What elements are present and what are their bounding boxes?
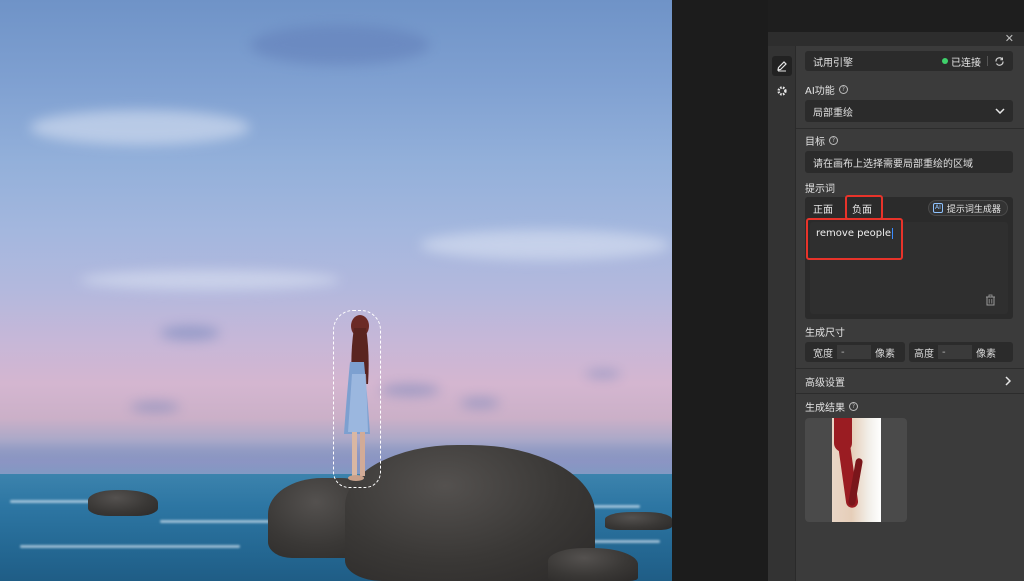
width-value: - <box>841 346 845 358</box>
prompt-generator-label: 提示词生成器 <box>946 204 1001 215</box>
info-icon[interactable]: ? <box>829 136 838 145</box>
ai-function-label-text: AI功能 <box>805 86 835 97</box>
cloud <box>30 110 250 145</box>
result-label-text: 生成结果 <box>805 403 845 414</box>
target-placeholder: 请在画布上选择需要局部重绘的区域 <box>813 158 973 170</box>
chevron-down-icon <box>995 108 1005 114</box>
divider <box>796 393 1024 394</box>
height-value: - <box>942 346 946 358</box>
cloud <box>80 270 340 290</box>
cloud <box>160 326 220 340</box>
info-icon[interactable]: ? <box>849 402 858 411</box>
height-input[interactable]: - <box>938 345 972 359</box>
height-group: 高度 - 像素 <box>909 342 1013 362</box>
advanced-settings-label: 高级设置 <box>805 377 845 389</box>
wave-foam <box>20 545 240 548</box>
width-group: 宽度 - 像素 <box>805 342 905 362</box>
selection-marquee[interactable] <box>333 310 381 488</box>
wave-foam <box>160 520 270 523</box>
small-rock <box>88 490 158 516</box>
result-thumbnail[interactable] <box>805 418 907 522</box>
size-label: 生成尺寸 <box>805 324 845 339</box>
close-icon[interactable]: ✕ <box>1005 32 1014 46</box>
divider <box>796 368 1024 369</box>
result-image <box>832 418 881 522</box>
info-icon[interactable]: ? <box>838 85 848 94</box>
right-rock <box>548 548 638 581</box>
prompt-label: 提示词 <box>805 180 835 195</box>
prompt-label-text: 提示词 <box>805 184 835 195</box>
engine-name: 试用引擎 <box>813 57 853 69</box>
width-label: 宽度 <box>813 348 833 360</box>
highlight-negative-tab <box>845 195 883 220</box>
target-field[interactable]: 请在画布上选择需要局部重绘的区域 <box>805 151 1013 173</box>
ai-badge-icon: AI <box>933 203 943 213</box>
image-canvas[interactable] <box>0 0 672 581</box>
ai-function-select[interactable]: 局部重绘 <box>805 100 1013 122</box>
target-label-text: 目标 <box>805 137 825 148</box>
panel-title-bar: ✕ <box>768 32 1024 46</box>
wave-foam <box>590 540 660 543</box>
trash-icon[interactable] <box>985 294 996 306</box>
height-label: 高度 <box>914 348 934 360</box>
far-rock <box>605 512 672 530</box>
canvas-margin <box>672 0 768 581</box>
cloud <box>460 398 500 408</box>
width-unit: 像素 <box>875 348 895 360</box>
wave-foam <box>10 500 100 503</box>
height-unit: 像素 <box>976 348 996 360</box>
cloud <box>585 370 621 378</box>
refresh-icon[interactable] <box>994 56 1005 67</box>
cloud <box>420 230 670 260</box>
panel-toolbar <box>768 46 796 581</box>
advanced-settings-row[interactable]: 高级设置 <box>805 371 1017 391</box>
cloud <box>250 25 430 65</box>
cloud <box>130 402 180 412</box>
gear-icon[interactable] <box>772 81 792 101</box>
ai-function-value: 局部重绘 <box>813 107 853 119</box>
pen-icon[interactable] <box>772 56 792 76</box>
prompt-generator-button[interactable]: AI 提示词生成器 <box>928 200 1008 216</box>
connection-status: 已连接 <box>951 57 981 69</box>
engine-selector[interactable]: 试用引擎 已连接 <box>805 51 1013 71</box>
chevron-right-icon <box>1005 376 1011 386</box>
tab-positive[interactable]: 正面 <box>808 200 838 216</box>
divider <box>796 128 1024 129</box>
target-label: 目标 ? <box>805 133 838 148</box>
size-label-text: 生成尺寸 <box>805 328 845 339</box>
cloud <box>380 384 440 396</box>
ai-function-label: AI功能 ? <box>805 82 848 97</box>
status-dot-icon <box>942 58 948 64</box>
highlight-prompt-text <box>806 218 903 260</box>
tab-positive-label: 正面 <box>813 204 833 216</box>
width-input[interactable]: - <box>837 345 871 359</box>
result-label: 生成结果 ? <box>805 399 858 414</box>
